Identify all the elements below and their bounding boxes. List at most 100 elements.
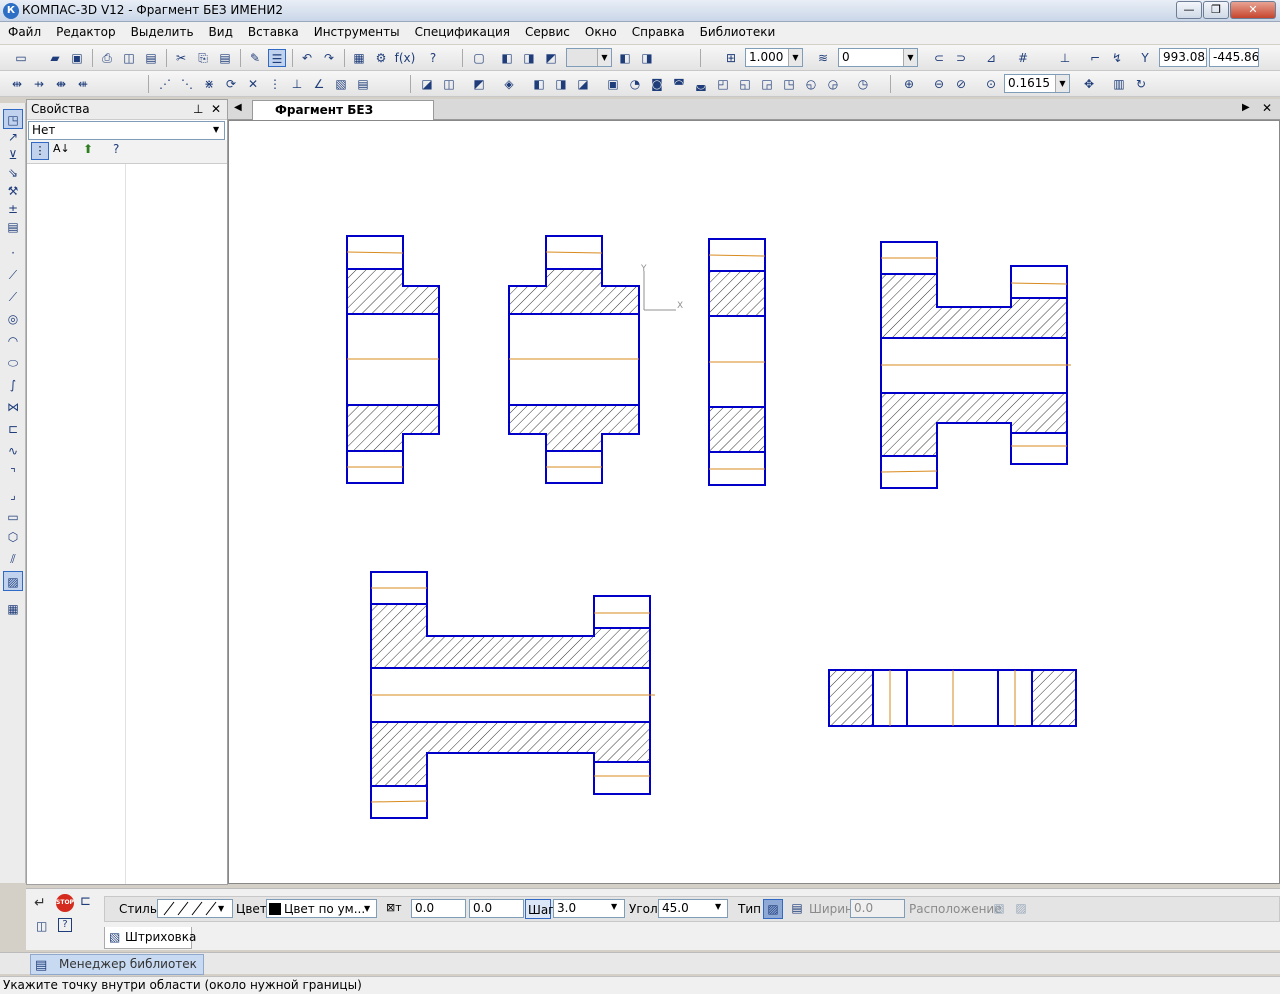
chevron-down-icon[interactable]: ▼	[597, 49, 611, 66]
edit-fillet-icon[interactable]: ◙	[648, 75, 666, 93]
chevron-down-icon[interactable]: ▼	[213, 125, 219, 134]
designations-group-icon[interactable]: ⊻	[3, 145, 23, 165]
polygon-icon[interactable]: ⬡	[3, 527, 23, 547]
menu-service[interactable]: Сервис	[517, 22, 577, 39]
chamfer-icon[interactable]: ⌝	[3, 463, 23, 483]
chevron-down-icon[interactable]: ▼	[903, 49, 917, 66]
export-icon[interactable]: ▤	[142, 49, 160, 67]
chevron-down-icon[interactable]: ▼	[364, 904, 370, 913]
rectangle-icon[interactable]: ▭	[3, 507, 23, 527]
new-file-icon[interactable]: ▭	[12, 49, 30, 67]
menu-select[interactable]: Выделить	[123, 22, 201, 39]
round-icon[interactable]: ↯	[1108, 49, 1126, 67]
view-next-icon[interactable]: ◨	[638, 49, 656, 67]
menu-window[interactable]: Окно	[577, 22, 624, 39]
dim-chain-icon[interactable]: ⇸	[30, 75, 48, 93]
pin-icon[interactable]: ⊥	[193, 102, 203, 116]
style-select[interactable]: ▼	[157, 899, 233, 918]
help-icon[interactable]: ?	[113, 142, 119, 156]
edit-trim-icon[interactable]: ▣	[604, 75, 622, 93]
edit-chamfer-icon[interactable]: ◚	[670, 75, 688, 93]
chevron-down-icon[interactable]: ▼	[788, 49, 802, 66]
object-combo[interactable]: Нет ▼	[28, 121, 225, 140]
auto-create-icon[interactable]: ⊏	[80, 894, 91, 909]
layer-next-icon[interactable]: ◨	[520, 49, 538, 67]
equidistant-icon[interactable]: ⫽	[3, 549, 23, 569]
enter-icon[interactable]: ↵	[34, 895, 46, 911]
undo-icon[interactable]: ↶	[298, 49, 316, 67]
snap-magnet-icon[interactable]: ⊂	[930, 49, 948, 67]
menu-specification[interactable]: Спецификация	[407, 22, 517, 39]
menu-view[interactable]: Вид	[201, 22, 240, 39]
drawing-area[interactable]: Y X	[229, 121, 1279, 883]
pan-icon[interactable]: ✥	[1080, 75, 1098, 93]
variables-icon[interactable]: ⚙	[372, 49, 390, 67]
help-pointer-icon[interactable]: ?	[424, 49, 442, 67]
snap-magnet-2-icon[interactable]: ⊃	[952, 49, 970, 67]
polyline-icon[interactable]: ⋈	[3, 397, 23, 417]
edit-join-icon[interactable]: ◰	[714, 75, 732, 93]
dim-linear-icon[interactable]: ⇹	[8, 75, 26, 93]
measure-group-icon[interactable]: ±	[3, 199, 23, 219]
edit-props-icon[interactable]: ◶	[824, 75, 842, 93]
edit-offset-icon[interactable]: ◛	[692, 75, 710, 93]
properties-icon[interactable]: ☰	[268, 49, 286, 67]
chevron-down-icon[interactable]: ▼	[218, 904, 224, 913]
base-y-field[interactable]: 0.0	[469, 899, 524, 918]
part-3-ring[interactable]	[708, 238, 766, 486]
params-group-icon[interactable]: ⚒	[3, 181, 23, 201]
copy-icon[interactable]: ⎘	[194, 49, 212, 67]
part-1-flange[interactable]	[346, 235, 440, 484]
circle-icon[interactable]: ◎	[3, 309, 23, 329]
function-icon[interactable]: f(x)	[394, 49, 416, 67]
edit-break-icon[interactable]: ◔	[626, 75, 644, 93]
apply-icon[interactable]: ⬆	[83, 142, 93, 156]
coord-x-field[interactable]: 993.088	[1159, 48, 1207, 67]
arc-icon[interactable]: ◠	[3, 331, 23, 351]
part-4-shaft[interactable]	[880, 241, 1071, 489]
edit-lock-icon[interactable]: ◷	[854, 75, 872, 93]
menu-help[interactable]: Справка	[624, 22, 692, 39]
zoom-scale-icon[interactable]: ⊙	[982, 75, 1000, 93]
base-point-icon[interactable]: ⊠т	[386, 901, 402, 914]
edit-deform-icon[interactable]: ◪	[574, 75, 592, 93]
hatch-type-band-icon[interactable]: ▤	[787, 899, 807, 919]
bezier-icon[interactable]: ∿	[3, 441, 23, 461]
zoom-frame-icon[interactable]: ▢	[470, 49, 488, 67]
snap-angle-icon[interactable]: ∠	[310, 75, 328, 93]
zoom-out-icon[interactable]: ⊘	[952, 75, 970, 93]
panel-close-icon[interactable]: ✕	[211, 102, 221, 116]
segment-icon[interactable]: ⟋	[3, 287, 23, 307]
snap-scale-icon[interactable]: ⊞	[722, 49, 740, 67]
edit-copy-icon[interactable]: ◫	[440, 75, 458, 93]
chevron-down-icon[interactable]: ▼	[1055, 75, 1069, 92]
edit-group-icon[interactable]: ⇘	[3, 163, 23, 183]
snap-point-icon[interactable]: ⋰	[156, 75, 174, 93]
sort-category-icon[interactable]: ⋮	[31, 142, 49, 160]
edit-group-icon[interactable]: ◲	[758, 75, 776, 93]
tab-scroll-left-icon[interactable]: ◀	[234, 102, 242, 113]
snap-grid-icon[interactable]: ▧	[332, 75, 350, 93]
print-preview-icon[interactable]: ◫	[120, 49, 138, 67]
edit-mirror-icon[interactable]: ◧	[530, 75, 548, 93]
chevron-down-icon[interactable]: ▼	[611, 902, 617, 911]
minimize-button[interactable]: —	[1176, 1, 1202, 19]
show-all-icon[interactable]: ▥	[1110, 75, 1128, 93]
grid-icon[interactable]: #	[1014, 49, 1032, 67]
coordinates-icon[interactable]: Y	[1136, 49, 1154, 67]
chevron-down-icon[interactable]: ▼	[715, 902, 721, 911]
orthogonal-icon[interactable]: ⊿	[982, 49, 1000, 67]
tab-close-icon[interactable]: ✕	[1262, 101, 1272, 115]
hatch-type-solid-icon[interactable]: ▨	[763, 899, 783, 919]
open-file-icon[interactable]: ▰	[46, 49, 64, 67]
refresh-icon[interactable]: ↻	[1132, 75, 1150, 93]
snap-tangent-icon[interactable]: ⟳	[222, 75, 240, 93]
geometry-group-icon[interactable]: ◳	[3, 109, 23, 129]
contour-icon[interactable]: ⊏	[3, 419, 23, 439]
zoom-in-icon[interactable]: ⊕	[900, 75, 918, 93]
select-group-icon[interactable]: ▤	[3, 217, 23, 237]
menu-file[interactable]: Файл	[0, 22, 48, 39]
spline-icon[interactable]: ∫	[3, 375, 23, 395]
close-button[interactable]: ✕	[1230, 1, 1276, 19]
view-prev-icon[interactable]: ◧	[616, 49, 634, 67]
